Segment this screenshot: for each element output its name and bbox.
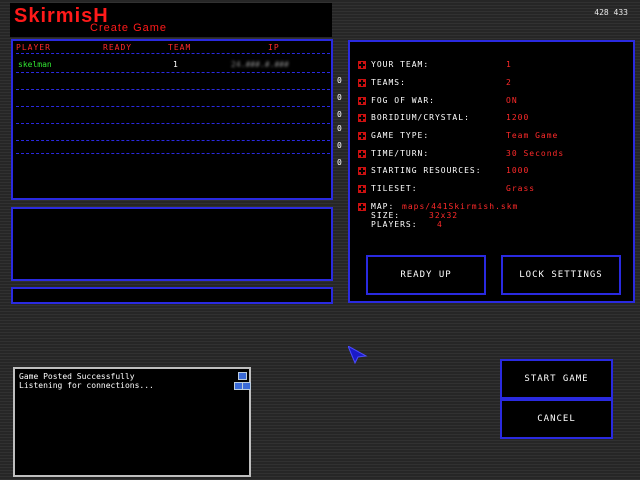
setting-value: Grass <box>506 184 536 193</box>
row-divider <box>16 89 330 90</box>
settings-panel: YOUR TEAM: 1 TEAMS: 2 FOG OF WAR: ON BOR… <box>348 40 635 303</box>
log-line: Listening for connections... <box>19 381 154 390</box>
setting-value: 2 <box>506 78 512 87</box>
plus-icon <box>358 203 366 211</box>
setting-boridium-crystal[interactable]: BORIDIUM/CRYSTAL: 1200 <box>358 113 628 125</box>
setting-label: TEAMS: <box>371 78 406 87</box>
setting-label: STARTING RESOURCES: <box>371 166 482 175</box>
log-line: Game Posted Successfully <box>19 372 135 381</box>
slot-count: 0 <box>337 124 342 133</box>
cancel-button[interactable]: CANCEL <box>500 399 613 439</box>
plus-icon <box>358 79 366 87</box>
plus-icon <box>358 150 366 158</box>
slot-count: 0 <box>337 93 342 102</box>
setting-fog-of-war[interactable]: FOG OF WAR: ON <box>358 96 628 108</box>
title-box: SkirmisH Create Game <box>10 3 332 37</box>
size-value: 32x32 <box>429 211 459 220</box>
row-divider <box>16 140 330 141</box>
col-header-team: TEAM <box>168 43 192 52</box>
setting-label: TILESET: <box>371 184 418 193</box>
setting-time-turn[interactable]: TIME/TURN: 30 Seconds <box>358 149 628 161</box>
col-header-ready: READY <box>103 43 133 52</box>
chat-panel <box>11 207 333 281</box>
ready-up-button[interactable]: READY UP <box>366 255 486 295</box>
plus-icon <box>358 114 366 122</box>
slot-count: 0 <box>337 141 342 150</box>
setting-value: 30 Seconds <box>506 149 565 158</box>
size-label: SIZE: <box>371 211 401 220</box>
setting-label: GAME TYPE: <box>371 131 430 140</box>
row-divider <box>16 106 330 107</box>
setting-value: 1 <box>506 60 512 69</box>
slot-count: 0 <box>337 110 342 119</box>
col-header-player: PLAYER <box>16 43 51 52</box>
mouse-cursor-icon <box>346 344 368 368</box>
players-panel: PLAYER READY TEAM IP skelman 1 24.###.#.… <box>11 39 333 200</box>
plus-icon <box>358 61 366 69</box>
slot-count: 0 <box>337 158 342 167</box>
setting-starting-resources[interactable]: STARTING RESOURCES: 1000 <box>358 166 628 178</box>
setting-value: 1200 <box>506 113 530 122</box>
players-label: PLAYERS: <box>371 220 418 229</box>
setting-value: 1000 <box>506 166 530 175</box>
player-name: skelman <box>18 60 52 69</box>
row-divider <box>16 53 330 54</box>
player-ip: 24.###.#.### <box>231 60 289 69</box>
cursor-coords: 428 433 <box>594 8 628 17</box>
row-divider <box>16 153 330 154</box>
setting-your-team[interactable]: YOUR TEAM: 1 <box>358 60 628 72</box>
setting-label: TIME/TURN: <box>371 149 430 158</box>
player-team: 1 <box>173 60 178 69</box>
setting-label: BORIDIUM/CRYSTAL: <box>371 113 470 122</box>
start-game-button[interactable]: START GAME <box>500 359 613 399</box>
setting-label: YOUR TEAM: <box>371 60 430 69</box>
row-divider <box>16 123 330 124</box>
slot-count: 0 <box>337 76 342 85</box>
col-header-ip: IP <box>268 43 280 52</box>
setting-value: ON <box>506 96 518 105</box>
screen-subtitle: Create Game <box>90 22 168 34</box>
setting-tileset[interactable]: TILESET: Grass <box>358 184 628 196</box>
map-value: maps/441Skirmish.skm <box>402 202 519 211</box>
plus-icon <box>358 97 366 105</box>
plus-icon <box>358 185 366 193</box>
players-value: 4 <box>437 220 443 229</box>
setting-game-type[interactable]: GAME TYPE: Team Game <box>358 131 628 143</box>
plus-icon <box>358 132 366 140</box>
lock-settings-button[interactable]: LOCK SETTINGS <box>501 255 621 295</box>
network-icon <box>234 372 251 392</box>
setting-teams[interactable]: TEAMS: 2 <box>358 78 628 90</box>
plus-icon <box>358 167 366 175</box>
row-divider <box>16 72 330 73</box>
setting-map[interactable]: MAP: maps/441Skirmish.skm SIZE: 32x32 PL… <box>358 202 628 234</box>
chat-input[interactable] <box>11 287 333 304</box>
log-panel: Game Posted Successfully Listening for c… <box>13 367 251 477</box>
map-label: MAP: <box>371 202 395 211</box>
setting-label: FOG OF WAR: <box>371 96 435 105</box>
setting-value: Team Game <box>506 131 559 140</box>
